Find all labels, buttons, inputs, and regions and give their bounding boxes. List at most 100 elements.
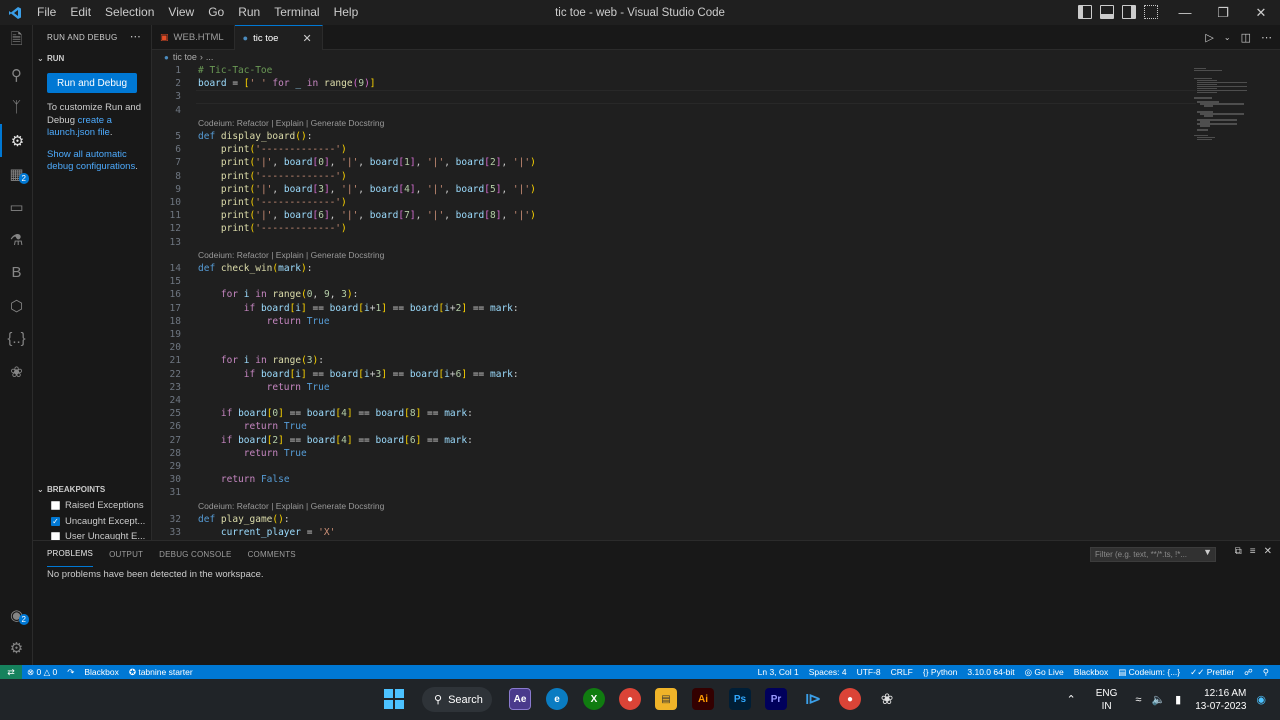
code-line[interactable]: 27 if board[2] == board[4] == board[6] =… (152, 434, 1192, 447)
tab-debug-console[interactable]: DEBUG CONSOLE (159, 541, 231, 567)
manage-gear-icon[interactable]: ⚙ (0, 631, 33, 664)
codeium-codelens[interactable]: Codeium: Refactor | Explain | Generate D… (198, 500, 384, 513)
code-line[interactable]: 30 return False (152, 473, 1192, 486)
show-all-configurations-link[interactable]: Show all automatic debug configurations (47, 149, 135, 173)
codeium-codelens[interactable]: Codeium: Refactor | Explain | Generate D… (198, 249, 384, 262)
testing-icon[interactable]: ⚗ (0, 223, 33, 256)
code-line[interactable]: 26 return True (152, 420, 1192, 433)
accounts-icon[interactable]: ◉ 2 (0, 598, 33, 631)
code-line[interactable]: 21 for i in range(3): (152, 354, 1192, 367)
code-line[interactable]: 12 print('-------------') (152, 222, 1192, 235)
minimap[interactable] (1190, 64, 1280, 540)
notifications-icon[interactable]: ⚲ (1258, 667, 1274, 678)
customize-layout-icon[interactable] (1144, 5, 1158, 19)
breakpoint-uncaught-exceptions[interactable]: ✓ Uncaught Except... (33, 514, 151, 530)
windows-start-icon[interactable] (383, 688, 405, 710)
code-editor[interactable]: 1 # Tic-Tac-Toe 2 board = [' ' for _ in ran… (152, 64, 1280, 540)
code-line[interactable]: 8 print('-------------') (152, 170, 1192, 183)
notification-center-icon[interactable]: ◉ (1256, 693, 1266, 706)
menu-file[interactable]: File (30, 0, 63, 25)
breadcrumb-symbols[interactable]: ... (206, 52, 214, 62)
run-section-header[interactable]: ⌄ RUN (33, 49, 151, 67)
code-line[interactable]: 32 def play_game(): (152, 513, 1192, 526)
remote-explorer-icon[interactable]: ▭ (0, 190, 33, 223)
filter-icon[interactable]: ▼ (1203, 547, 1212, 557)
close-tab-icon[interactable]: ✕ (302, 32, 311, 45)
collapse-all-icon[interactable]: ⧉ (1235, 546, 1242, 557)
view-as-list-icon[interactable]: ≡ (1250, 546, 1256, 557)
breakpoint-raised-exceptions[interactable]: Raised Exceptions (33, 498, 151, 514)
input-language[interactable]: ENG IN (1096, 687, 1118, 713)
chatgpt-app-icon[interactable]: ❀ (876, 688, 898, 710)
python-interpreter[interactable]: 3.10.0 64-bit (962, 667, 1019, 678)
codeium-status[interactable]: ▤ Codeium: {...} (1113, 667, 1185, 678)
code-line[interactable]: 5 def display_board(): (152, 130, 1192, 143)
close-panel-icon[interactable]: ✕ (1264, 546, 1272, 557)
cursor-position[interactable]: Ln 3, Col 1 (753, 667, 804, 678)
close-window-icon[interactable]: ✕ (1242, 0, 1280, 25)
show-hidden-icons-icon[interactable]: ⌃ (1067, 693, 1076, 706)
breadcrumb-file[interactable]: tic toe (173, 52, 197, 62)
code-line[interactable]: 9 print('|', board[3], '|', board[4], '|… (152, 183, 1192, 196)
toggle-secondary-sidebar-icon[interactable] (1122, 5, 1136, 19)
tab-comments[interactable]: COMMENTS (248, 541, 296, 567)
run-and-debug-button[interactable]: Run and Debug (47, 73, 137, 93)
code-line[interactable]: 16 for i in range(0, 9, 3): (152, 288, 1192, 301)
code-line[interactable]: 10 print('-------------') (152, 196, 1192, 209)
chatgpt-icon[interactable]: ❀ (0, 355, 33, 388)
code-line[interactable]: 15 (152, 275, 1192, 288)
run-debug-icon[interactable]: ⚙ (0, 124, 33, 157)
json-icon[interactable]: {..} (0, 322, 33, 355)
encoding[interactable]: UTF-8 (852, 667, 886, 678)
code-line[interactable]: 19 (152, 328, 1192, 341)
menu-go[interactable]: Go (201, 0, 231, 25)
problems-filter-input[interactable]: Filter (e.g. text, **/*.ts, !*... (1090, 547, 1216, 562)
indentation[interactable]: Spaces: 4 (804, 667, 852, 678)
code-line[interactable]: 33 current_player = 'X' (152, 526, 1192, 539)
chrome-icon[interactable]: ● (619, 688, 641, 710)
codeium-codelens[interactable]: Codeium: Refactor | Explain | Generate D… (198, 117, 384, 130)
menu-selection[interactable]: Selection (98, 0, 161, 25)
tab-web-html[interactable]: ▣ WEB.HTML (152, 25, 235, 50)
split-editor-icon[interactable]: ◫ (1241, 31, 1251, 44)
run-python-file-icon[interactable]: ▷ (1205, 31, 1213, 44)
taskbar-search[interactable]: ⚲ Search (422, 687, 492, 712)
restore-icon[interactable]: ❐ (1204, 0, 1242, 25)
go-live-button[interactable]: ◎ Go Live (1020, 667, 1069, 678)
blackbox-icon[interactable]: B (0, 256, 33, 289)
prettier-status[interactable]: ✓✓ Prettier (1185, 667, 1239, 678)
language-mode[interactable]: {} Python (918, 667, 963, 678)
code-line[interactable]: 14 def check_win(mark): (152, 262, 1192, 275)
premiere-icon[interactable]: Pr (765, 688, 787, 710)
minimize-icon[interactable]: — (1166, 0, 1204, 25)
code-line[interactable]: 3 (152, 90, 1192, 103)
end-of-line[interactable]: CRLF (886, 667, 918, 678)
tab-output[interactable]: OUTPUT (109, 541, 143, 567)
code-line[interactable]: 29 (152, 460, 1192, 473)
code-line[interactable]: 13 (152, 236, 1192, 249)
toggle-panel-icon[interactable] (1100, 5, 1114, 19)
checkbox[interactable] (51, 501, 60, 511)
code-line[interactable]: 24 (152, 394, 1192, 407)
toggle-sidebar-icon[interactable] (1078, 5, 1092, 19)
after-effects-icon[interactable]: Ae (509, 688, 531, 710)
code-line[interactable]: 11 print('|', board[6], '|', board[7], '… (152, 209, 1192, 222)
extensions-icon[interactable]: ▦ 2 (0, 157, 33, 190)
illustrator-icon[interactable]: Ai (692, 688, 714, 710)
code-line[interactable]: 23 return True (152, 381, 1192, 394)
menu-view[interactable]: View (161, 0, 201, 25)
tabnine-status[interactable]: ✪ tabnine starter (124, 667, 198, 678)
code-line[interactable]: 25 if board[0] == board[4] == board[8] =… (152, 407, 1192, 420)
problems-status[interactable]: ⊗ 0 △ 0 (22, 667, 62, 678)
code-line[interactable]: 7 print('|', board[0], '|', board[1], '|… (152, 156, 1192, 169)
code-line[interactable]: 18 return True (152, 315, 1192, 328)
code-line[interactable]: 20 (152, 341, 1192, 354)
search-icon[interactable]: ⚲ (0, 58, 33, 91)
remote-indicator-icon[interactable]: ⇄ (0, 665, 22, 679)
checkbox[interactable] (51, 532, 60, 540)
tab-tic-toe[interactable]: ● tic toe ✕ (234, 25, 323, 50)
wifi-icon[interactable]: ≈ (1135, 694, 1141, 706)
volume-icon[interactable]: 🔈 (1151, 693, 1165, 706)
explorer-icon[interactable]: 🗎 (0, 25, 33, 58)
breakpoints-header[interactable]: ⌄ BREAKPOINTS (33, 480, 151, 498)
